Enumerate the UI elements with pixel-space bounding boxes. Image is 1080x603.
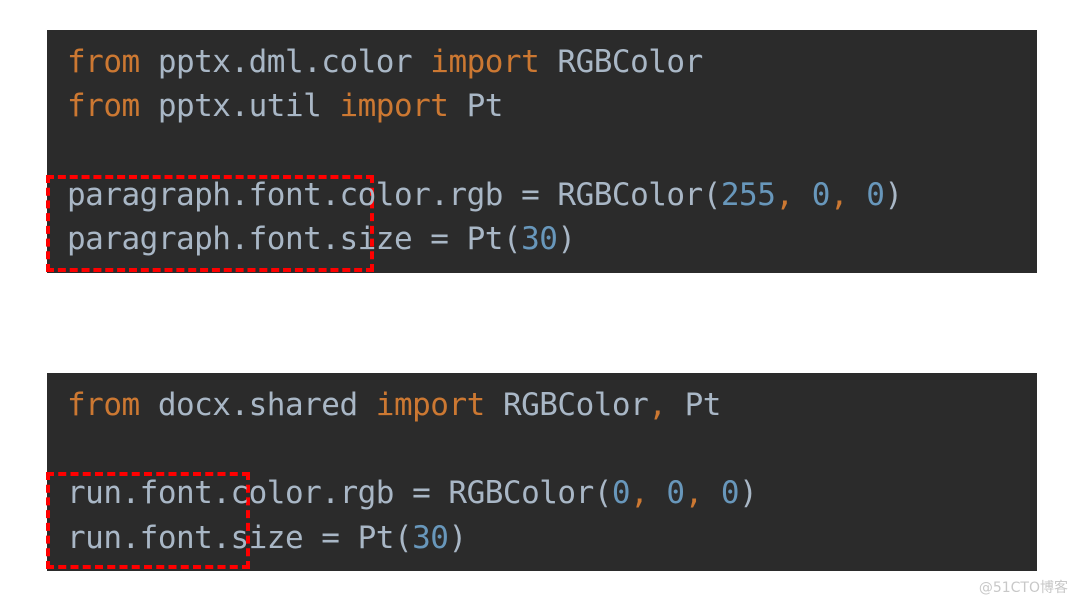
code-token: from (67, 387, 140, 423)
watermark: @51CTO博客 (978, 580, 1068, 596)
code-line: paragraph.font.color.rgb = RGBColor(255,… (67, 173, 903, 217)
code-panel-pptx: from pptx.dml.color import RGBColor from … (46, 30, 1037, 273)
code-token: 0 (720, 475, 740, 511)
code-token: RGBColor (539, 44, 703, 80)
code-token: 0 (666, 475, 685, 511)
code-token: , (630, 475, 667, 511)
code-token: 255 (720, 177, 776, 213)
code-token: ) (884, 177, 903, 213)
code-panel-docx: from docx.shared import RGBColor, Pt run.… (46, 373, 1037, 571)
code-token: import (339, 88, 449, 124)
code-token: ) (448, 520, 467, 556)
code-token: run.font.size = Pt( (67, 520, 413, 556)
code-token: paragraph.font.color.rgb = RGBColor( (67, 177, 721, 213)
code-line: run.font.size = Pt(30) (67, 516, 467, 560)
code-token: paragraph.font.size = Pt( (67, 221, 522, 257)
code-line: from pptx.util import Pt (67, 84, 503, 128)
code-token: pptx.util (139, 88, 340, 124)
code-token: from (67, 88, 140, 124)
code-token: from (67, 44, 140, 80)
code-token: Pt (666, 387, 722, 423)
code-token: import (375, 387, 485, 423)
code-line: from pptx.dml.color import RGBColor (67, 40, 703, 84)
code-token: ) (739, 475, 758, 511)
code-token: pptx.dml.color (139, 44, 431, 80)
code-token: RGBColor (484, 387, 649, 423)
code-token: 0 (866, 177, 885, 213)
code-token: 30 (412, 520, 449, 556)
code-token: , (829, 177, 867, 213)
code-token: 0 (611, 475, 631, 511)
code-token: docx.shared (139, 387, 376, 423)
code-token: 0 (811, 177, 831, 213)
code-token: run.font.color.rgb = RGBColor( (67, 475, 612, 511)
code-line: from docx.shared import RGBColor, Pt (67, 383, 721, 427)
code-token: , (775, 177, 812, 213)
code-token: Pt (448, 88, 504, 124)
code-token: ) (557, 221, 576, 257)
code-token: import (430, 44, 540, 80)
code-token: , (648, 387, 667, 423)
code-token: , (684, 475, 721, 511)
code-token: 30 (521, 221, 558, 257)
code-line: run.font.color.rgb = RGBColor(0, 0, 0) (67, 471, 758, 515)
code-line: paragraph.font.size = Pt(30) (67, 217, 576, 261)
